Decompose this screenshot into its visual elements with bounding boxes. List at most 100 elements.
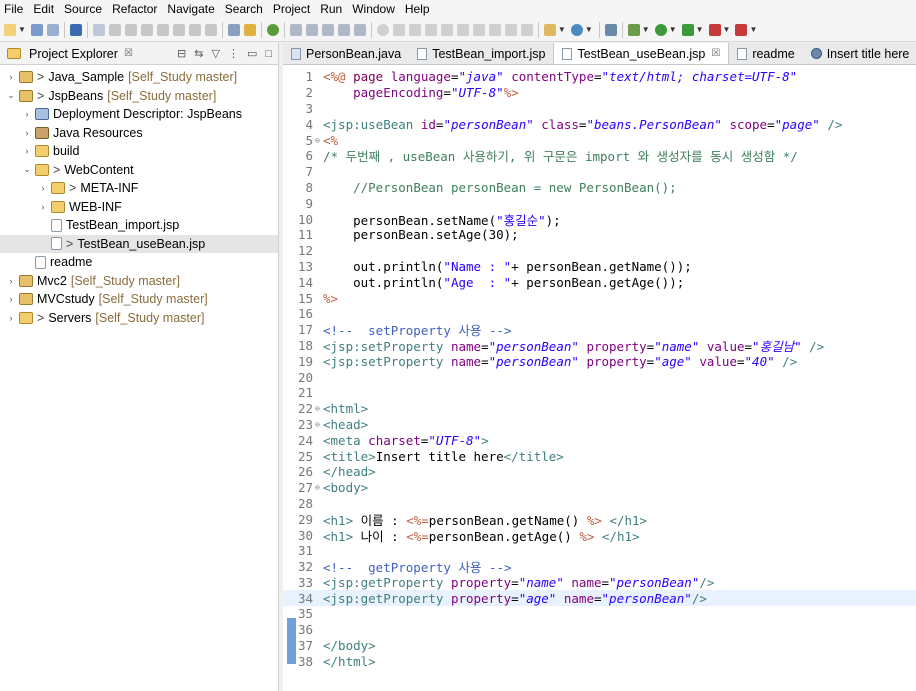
chevron-right-icon[interactable]: › [6, 72, 16, 82]
tree-item-testbean-usebean-jsp[interactable]: > TestBean_useBean.jsp [0, 234, 278, 253]
run-icon[interactable] [654, 23, 667, 36]
chevron-down-icon[interactable]: ▼ [642, 25, 650, 34]
chevron-down-icon[interactable]: ▼ [585, 25, 593, 34]
code-line[interactable]: 34 <jsp:getProperty property="age" name="… [283, 590, 916, 607]
code-line[interactable]: 35 [283, 606, 916, 622]
code-line[interactable]: 22 ⊖ <html> [283, 401, 916, 417]
tree-item-webcontent[interactable]: ⌄ > WebContent [0, 161, 278, 180]
code-line[interactable]: 25 <title>Insert title here</title> [283, 448, 916, 464]
chevron-right-icon[interactable]: › [22, 109, 32, 119]
step-return-icon[interactable] [204, 23, 217, 36]
step-over-icon[interactable] [188, 23, 201, 36]
code-line[interactable]: 10 personBean.setName("홍길순"); [283, 211, 916, 228]
shape-icon[interactable] [440, 23, 453, 36]
tree-item-jspbeans[interactable]: ⌄ > JspBeans [Self_Study master] [0, 87, 278, 106]
code-line[interactable]: 18 <jsp:setProperty name="personBean" pro… [283, 338, 916, 354]
coverage-icon[interactable] [681, 23, 694, 36]
resume-icon[interactable] [108, 23, 121, 36]
chevron-right-icon[interactable]: › [6, 276, 16, 286]
code-line[interactable]: 3 [283, 101, 916, 117]
save-all-icon[interactable] [46, 23, 59, 36]
tree-item-meta-inf[interactable]: › > META-INF [0, 179, 278, 198]
tree-item-mvcstudy[interactable]: › MVCstudy [Self_Study master] [0, 290, 278, 309]
open-task-icon[interactable] [227, 23, 240, 36]
code-line[interactable]: 32 <!-- getProperty 사용 --> [283, 559, 916, 575]
chevron-down-icon[interactable]: ▼ [558, 25, 566, 34]
menu-file[interactable]: File [4, 2, 23, 16]
chevron-right-icon[interactable]: › [38, 183, 48, 193]
menu-source[interactable]: Source [64, 2, 102, 16]
search-icon[interactable] [604, 23, 617, 36]
code-line[interactable]: 6 /* 두번째 , useBean 사용하기, 위 구문은 import 와 생… [283, 148, 916, 164]
close-icon[interactable]: ☒ [124, 48, 133, 59]
terminal-icon[interactable] [69, 23, 82, 36]
link-editor-icon[interactable]: ⇆ [194, 47, 203, 60]
tree-item-build[interactable]: › build [0, 142, 278, 161]
menu-search[interactable]: Search [225, 2, 263, 16]
project-explorer-title[interactable]: Project Explorer [29, 47, 118, 61]
code-line[interactable]: 24 <meta charset="UTF-8"> [283, 432, 916, 448]
debug-icon[interactable] [627, 23, 640, 36]
maximize-icon[interactable]: □ [265, 48, 272, 60]
new-class-icon[interactable] [305, 23, 318, 36]
code-line[interactable]: 37 </body> [283, 638, 916, 654]
menu-run[interactable]: Run [320, 2, 342, 16]
code-line[interactable]: 26 </head> [283, 464, 916, 480]
shape-icon[interactable] [408, 23, 421, 36]
code-line[interactable]: 14 out.println("Age : "+ personBean.getA… [283, 274, 916, 290]
tab-readme[interactable]: readme [729, 43, 802, 64]
shape-icon[interactable] [472, 23, 485, 36]
chevron-right-icon[interactable]: › [6, 294, 16, 304]
shape-icon[interactable] [424, 23, 437, 36]
chevron-down-icon[interactable]: ▼ [669, 25, 677, 34]
new-icon[interactable] [4, 23, 16, 36]
menu-edit[interactable]: Edit [33, 2, 54, 16]
shape-icon[interactable] [504, 23, 517, 36]
chevron-right-icon[interactable]: › [22, 146, 32, 156]
code-line[interactable]: 19 <jsp:setProperty name="personBean" pro… [283, 353, 916, 369]
profile-icon[interactable] [735, 23, 748, 36]
code-line[interactable]: 20 [283, 369, 916, 385]
code-line[interactable]: 1 <%@ page language="java" contentType="t… [283, 69, 916, 85]
chevron-down-icon[interactable]: ▼ [749, 25, 757, 34]
skip-breakpoints-icon[interactable] [92, 23, 105, 36]
code-line[interactable]: 13 out.println("Name : "+ personBean.get… [283, 259, 916, 275]
tab-testbean-import-jsp[interactable]: TestBean_import.jsp [409, 43, 553, 64]
code-line[interactable]: 38 </html> [283, 653, 916, 669]
menu-window[interactable]: Window [352, 2, 395, 16]
view-menu-icon[interactable]: ⋮ [228, 47, 239, 60]
tab-insert-title-here[interactable]: Insert title here [803, 43, 916, 64]
chevron-right-icon[interactable]: › [38, 202, 48, 212]
code-line[interactable]: 23 ⊖ <head> [283, 417, 916, 433]
tab-testbean-usebean-jsp[interactable]: TestBean_useBean.jsp ☒ [553, 43, 730, 64]
menu-navigate[interactable]: Navigate [167, 2, 214, 16]
shape-icon[interactable] [488, 23, 501, 36]
menu-refactor[interactable]: Refactor [112, 2, 157, 16]
chevron-down-icon[interactable]: ⌄ [22, 164, 32, 175]
chevron-down-icon[interactable]: ▼ [18, 25, 26, 34]
code-line[interactable]: 33 <jsp:getProperty property="name" name=… [283, 575, 916, 591]
code-line[interactable]: 36 [283, 622, 916, 638]
open-type-icon[interactable] [543, 23, 556, 36]
shape-icon[interactable] [392, 23, 405, 36]
tree-item-readme[interactable]: readme [0, 253, 278, 272]
code-editor[interactable]: 1 <%@ page language="java" contentType="t… [283, 65, 916, 669]
step-into-icon[interactable] [172, 23, 185, 36]
code-line[interactable]: 30 <h1> 나이 : <%=personBean.getAge() %> </… [283, 527, 916, 544]
web-browser-icon[interactable] [570, 23, 583, 36]
shape-icon[interactable] [376, 23, 389, 36]
external-tools-icon[interactable] [708, 23, 721, 36]
chevron-right-icon[interactable]: › [6, 313, 16, 323]
code-line[interactable]: 7 [283, 164, 916, 180]
tree-item-servers[interactable]: › > Servers [Self_Study master] [0, 309, 278, 328]
code-line[interactable]: 11 personBean.setAge(30); [283, 227, 916, 243]
minimize-icon[interactable]: ▭ [247, 47, 257, 60]
filter-icon[interactable]: ▽ [211, 47, 219, 60]
tree-item-mvc2[interactable]: › Mvc2 [Self_Study master] [0, 272, 278, 291]
tab-personbean-java[interactable]: PersonBean.java [283, 43, 409, 64]
shape-icon[interactable] [456, 23, 469, 36]
chevron-down-icon[interactable]: ⌄ [6, 90, 16, 101]
suspend-icon[interactable] [124, 23, 137, 36]
tree-item-java-sample[interactable]: › > Java_Sample [Self_Study master] [0, 68, 278, 87]
disconnect-icon[interactable] [156, 23, 169, 36]
